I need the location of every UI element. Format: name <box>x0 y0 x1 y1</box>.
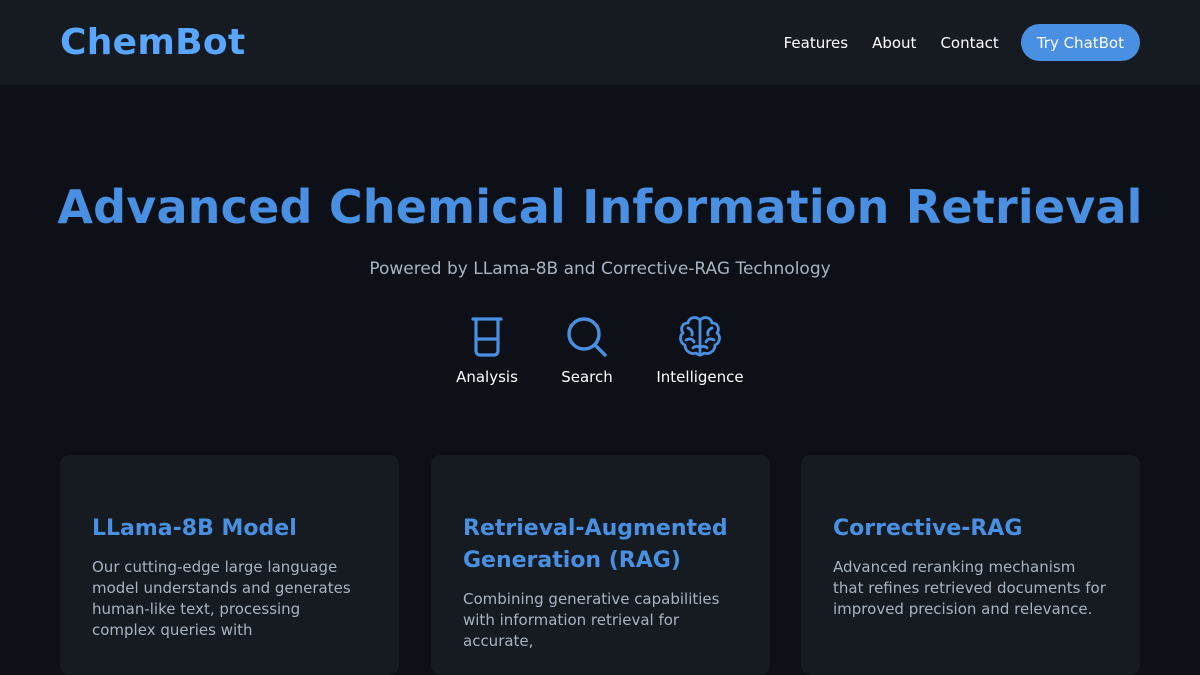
nav-link-about[interactable]: About <box>872 34 916 52</box>
nav-links: Features About Contact Try ChatBot <box>760 24 1140 61</box>
feature-card-rag: Retrieval-Augmented Generation (RAG) Com… <box>431 455 770 675</box>
feature-card-llama: LLama-8B Model Our cutting-edge large la… <box>60 455 399 675</box>
search-label: Search <box>561 368 613 386</box>
navbar: ChemBot Features About Contact Try ChatB… <box>0 0 1200 85</box>
nav-link-contact[interactable]: Contact <box>940 34 998 52</box>
hero-subtitle: Powered by LLama-8B and Corrective-RAG T… <box>369 259 831 279</box>
hero-title: Advanced Chemical Information Retrieval <box>57 180 1143 234</box>
search-icon <box>567 317 607 357</box>
feature-card-corrective-rag: Corrective-RAG Advanced reranking mechan… <box>801 455 1140 675</box>
intelligence-label: Intelligence <box>656 368 744 386</box>
logo[interactable]: ChemBot <box>60 24 245 61</box>
feature-card-title: Retrieval-Augmented Generation (RAG) <box>463 516 728 573</box>
nav-link-features[interactable]: Features <box>784 34 849 52</box>
feature-card-text: Combining generative capabilities with i… <box>463 590 720 650</box>
feature-card-text: Advanced reranking mechanism that refine… <box>833 558 1106 618</box>
feature-card-title: LLama-8B Model <box>92 516 297 541</box>
feature-card-title: Corrective-RAG <box>833 516 1023 541</box>
brain-icon <box>679 316 721 357</box>
feature-card-text: Our cutting-edge large language model un… <box>92 558 351 639</box>
intelligence-item: Intelligence <box>640 314 760 386</box>
beaker-icon <box>471 317 503 357</box>
try-chatbot-button[interactable]: Try ChatBot <box>1020 24 1140 61</box>
search-item: Search <box>527 314 647 386</box>
